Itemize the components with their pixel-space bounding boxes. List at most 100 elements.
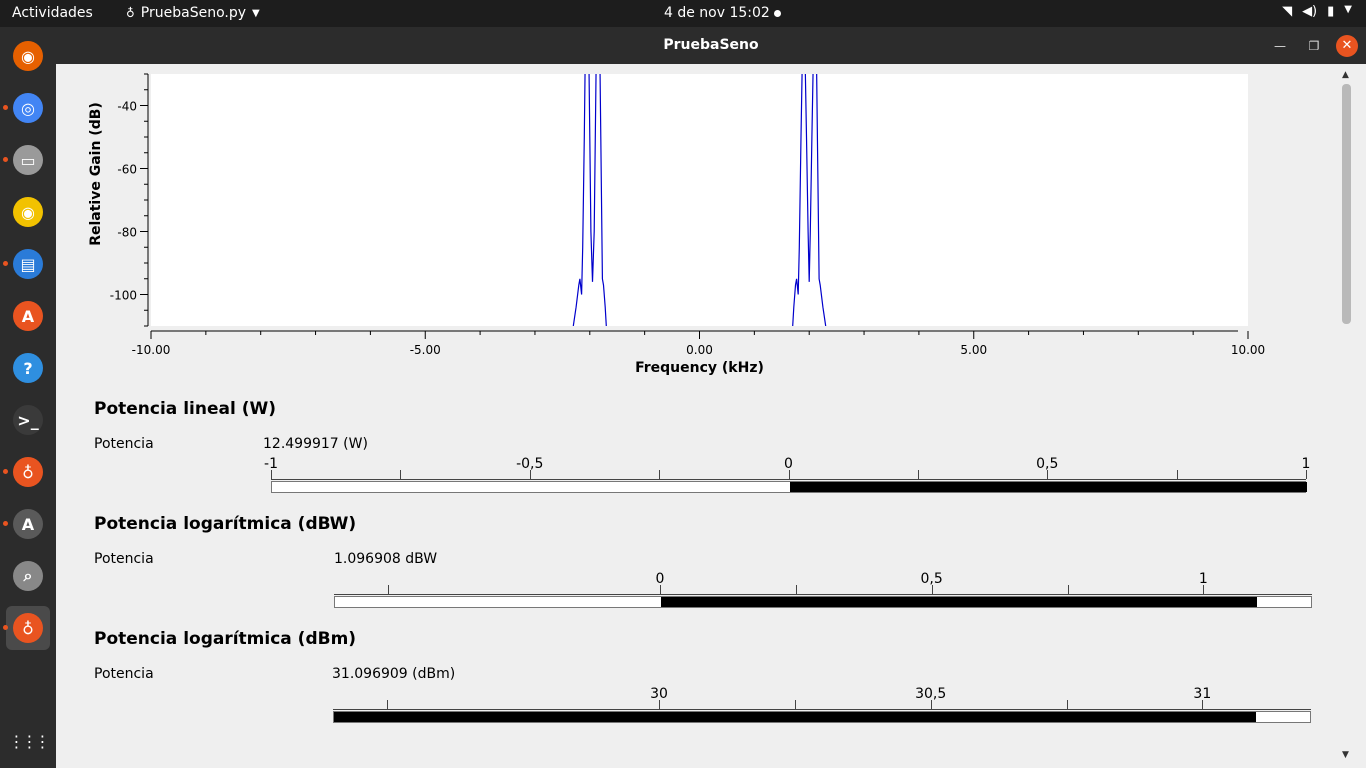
x-tick-label: 10.00 xyxy=(1231,343,1265,357)
app-window: PruebaSeno — ❐ ✕ -40 -60 -80 -100 -10.00 -5.0… xyxy=(56,27,1366,768)
gauge-tick-label: 0 xyxy=(655,571,665,587)
show-applications-button[interactable]: ⋮⋮⋮ xyxy=(6,719,51,763)
system-tray[interactable]: ◥ ◀) ▮ ▼ xyxy=(1282,4,1352,19)
dock-item[interactable]: ▭ xyxy=(3,138,50,182)
running-indicator xyxy=(3,105,8,110)
gauge-bar xyxy=(271,481,1307,493)
dock-item[interactable]: A xyxy=(3,502,50,546)
terminal-icon: >_ xyxy=(13,405,43,435)
software-icon: A xyxy=(13,301,43,331)
dock-item[interactable]: ♁ xyxy=(3,606,50,650)
gauge-tick-label: 30 xyxy=(650,686,668,702)
potencia-value: 12.499917 (W) xyxy=(263,436,368,452)
power-gauge: 0 0,5 1 xyxy=(334,571,1312,609)
x-tick-label: -5.00 xyxy=(410,343,441,357)
dock-item[interactable]: ◉ xyxy=(6,34,50,78)
scrollbar[interactable]: ▲ ▼ xyxy=(1340,70,1354,760)
title-bar[interactable]: PruebaSeno — ❐ ✕ xyxy=(56,27,1366,64)
image-viewer-icon: ⌕ xyxy=(13,561,43,591)
firefox-icon: ◉ xyxy=(13,41,43,71)
x-tick-label: -10.00 xyxy=(132,343,171,357)
power-gauge: 30 30,5 31 xyxy=(333,686,1311,724)
gauge-tick-label: 1 xyxy=(1198,571,1208,587)
gauge-fill xyxy=(789,482,1307,492)
potencia-label: Potencia xyxy=(94,436,154,452)
gauge-tick xyxy=(795,585,797,594)
top-bar: Actividades ♁ PruebaSeno.py ▼ 4 de nov 1… xyxy=(0,0,1366,27)
rhythmbox-icon: ◉ xyxy=(13,197,43,227)
gauge-tick-label: 30,5 xyxy=(915,686,947,702)
potencia-label: Potencia xyxy=(94,666,154,682)
window-title: PruebaSeno xyxy=(663,37,759,53)
gnuradio-icon: ♁ xyxy=(13,613,43,643)
dock-item[interactable]: ◎ xyxy=(3,86,50,130)
y-tick-label: -100 xyxy=(110,289,137,303)
dock-item[interactable]: ▤ xyxy=(3,242,50,286)
scrollbar-thumb[interactable] xyxy=(1342,84,1351,324)
gauge-tick-label: -0,5 xyxy=(516,456,544,472)
gauge-tick xyxy=(1176,470,1178,479)
dock-item[interactable]: A xyxy=(6,294,50,338)
dock: ◉ ◎ ▭ ◉ ▤ A? >_ ♁ A ⌕ ♁ ⋮⋮⋮ xyxy=(0,27,56,768)
gauge-tick xyxy=(388,585,390,594)
frequency-plot[interactable]: -40 -60 -80 -100 -10.00 -5.00 0.00 5.00 10.00 Fre… xyxy=(56,64,1336,384)
gnuradio-icon: ♁ xyxy=(13,457,43,487)
gauge-tick-label: 0,5 xyxy=(920,571,943,587)
writer-icon: ▤ xyxy=(13,249,43,279)
help-icon: ? xyxy=(13,353,43,383)
gauge-tick xyxy=(917,470,919,479)
maximize-button[interactable]: ❐ xyxy=(1303,35,1325,57)
dock-item[interactable]: >_ xyxy=(6,398,50,442)
gauge-axis xyxy=(334,594,1312,595)
close-button[interactable]: ✕ xyxy=(1336,35,1358,57)
clock[interactable]: 4 de nov 15:02 xyxy=(664,5,770,21)
gauge-tick-label: 31 xyxy=(1193,686,1212,702)
activities-button[interactable]: Actividades xyxy=(12,5,93,21)
gnuradio-icon: ♁ xyxy=(126,6,135,20)
app-menu-label: PruebaSeno.py xyxy=(140,5,247,21)
gauge-tick xyxy=(794,700,796,709)
plot-svg: -40 -60 -80 -100 -10.00 -5.00 0.00 5.00 10.00 Fre… xyxy=(88,73,1265,376)
updater-icon: A xyxy=(13,509,43,539)
running-indicator xyxy=(3,625,8,630)
scroll-up-icon[interactable]: ▲ xyxy=(1342,70,1349,80)
dock-item[interactable]: ◉ xyxy=(6,190,50,234)
gauge-tick-label: 0 xyxy=(784,456,793,472)
gauge-axis xyxy=(271,479,1306,480)
gauge-tick-label: 0,5 xyxy=(1036,456,1059,472)
apps-grid-icon: ⋮⋮⋮ xyxy=(8,731,51,751)
running-indicator xyxy=(3,157,8,162)
running-indicator xyxy=(3,521,8,526)
gauge-bar xyxy=(334,596,1312,608)
scroll-down-icon[interactable]: ▼ xyxy=(1342,750,1349,760)
y-tick-label: -40 xyxy=(117,100,137,114)
dock-item[interactable]: ♁ xyxy=(3,450,50,494)
y-tick-label: -60 xyxy=(117,163,137,177)
section-title: Potencia lineal (W) xyxy=(94,399,276,419)
chrome-icon: ◎ xyxy=(13,93,43,123)
power-gauge: -1 -0,5 0 0,5 1 xyxy=(264,456,1310,494)
dock-item[interactable]: ? xyxy=(6,346,50,390)
gauge-tick xyxy=(387,700,389,709)
gauge-axis xyxy=(333,709,1311,710)
gauge-tick-label: 1 xyxy=(1301,456,1311,472)
running-indicator xyxy=(3,261,8,266)
minimize-button[interactable]: — xyxy=(1269,35,1291,57)
wifi-icon: ◥ xyxy=(1282,4,1293,19)
x-tick-label: 0.00 xyxy=(686,343,713,357)
gauge-tick xyxy=(1066,700,1068,709)
chevron-down-icon: ▼ xyxy=(252,7,260,19)
files-icon: ▭ xyxy=(13,145,43,175)
section-title: Potencia logarítmica (dBW) xyxy=(94,514,357,534)
app-menu[interactable]: ♁ PruebaSeno.py ▼ xyxy=(126,5,260,21)
running-indicator xyxy=(3,469,8,474)
gauge-tick xyxy=(400,470,402,479)
battery-icon: ▮ xyxy=(1327,4,1335,19)
notification-dot xyxy=(774,10,781,17)
gauge-tick-label: -1 xyxy=(264,456,278,472)
dock-item[interactable]: ⌕ xyxy=(6,554,50,598)
gauge-tick xyxy=(1067,585,1069,594)
potencia-label: Potencia xyxy=(94,551,154,567)
x-axis-label: Frequency (kHz) xyxy=(635,360,764,376)
potencia-value: 31.096909 (dBm) xyxy=(332,666,456,682)
